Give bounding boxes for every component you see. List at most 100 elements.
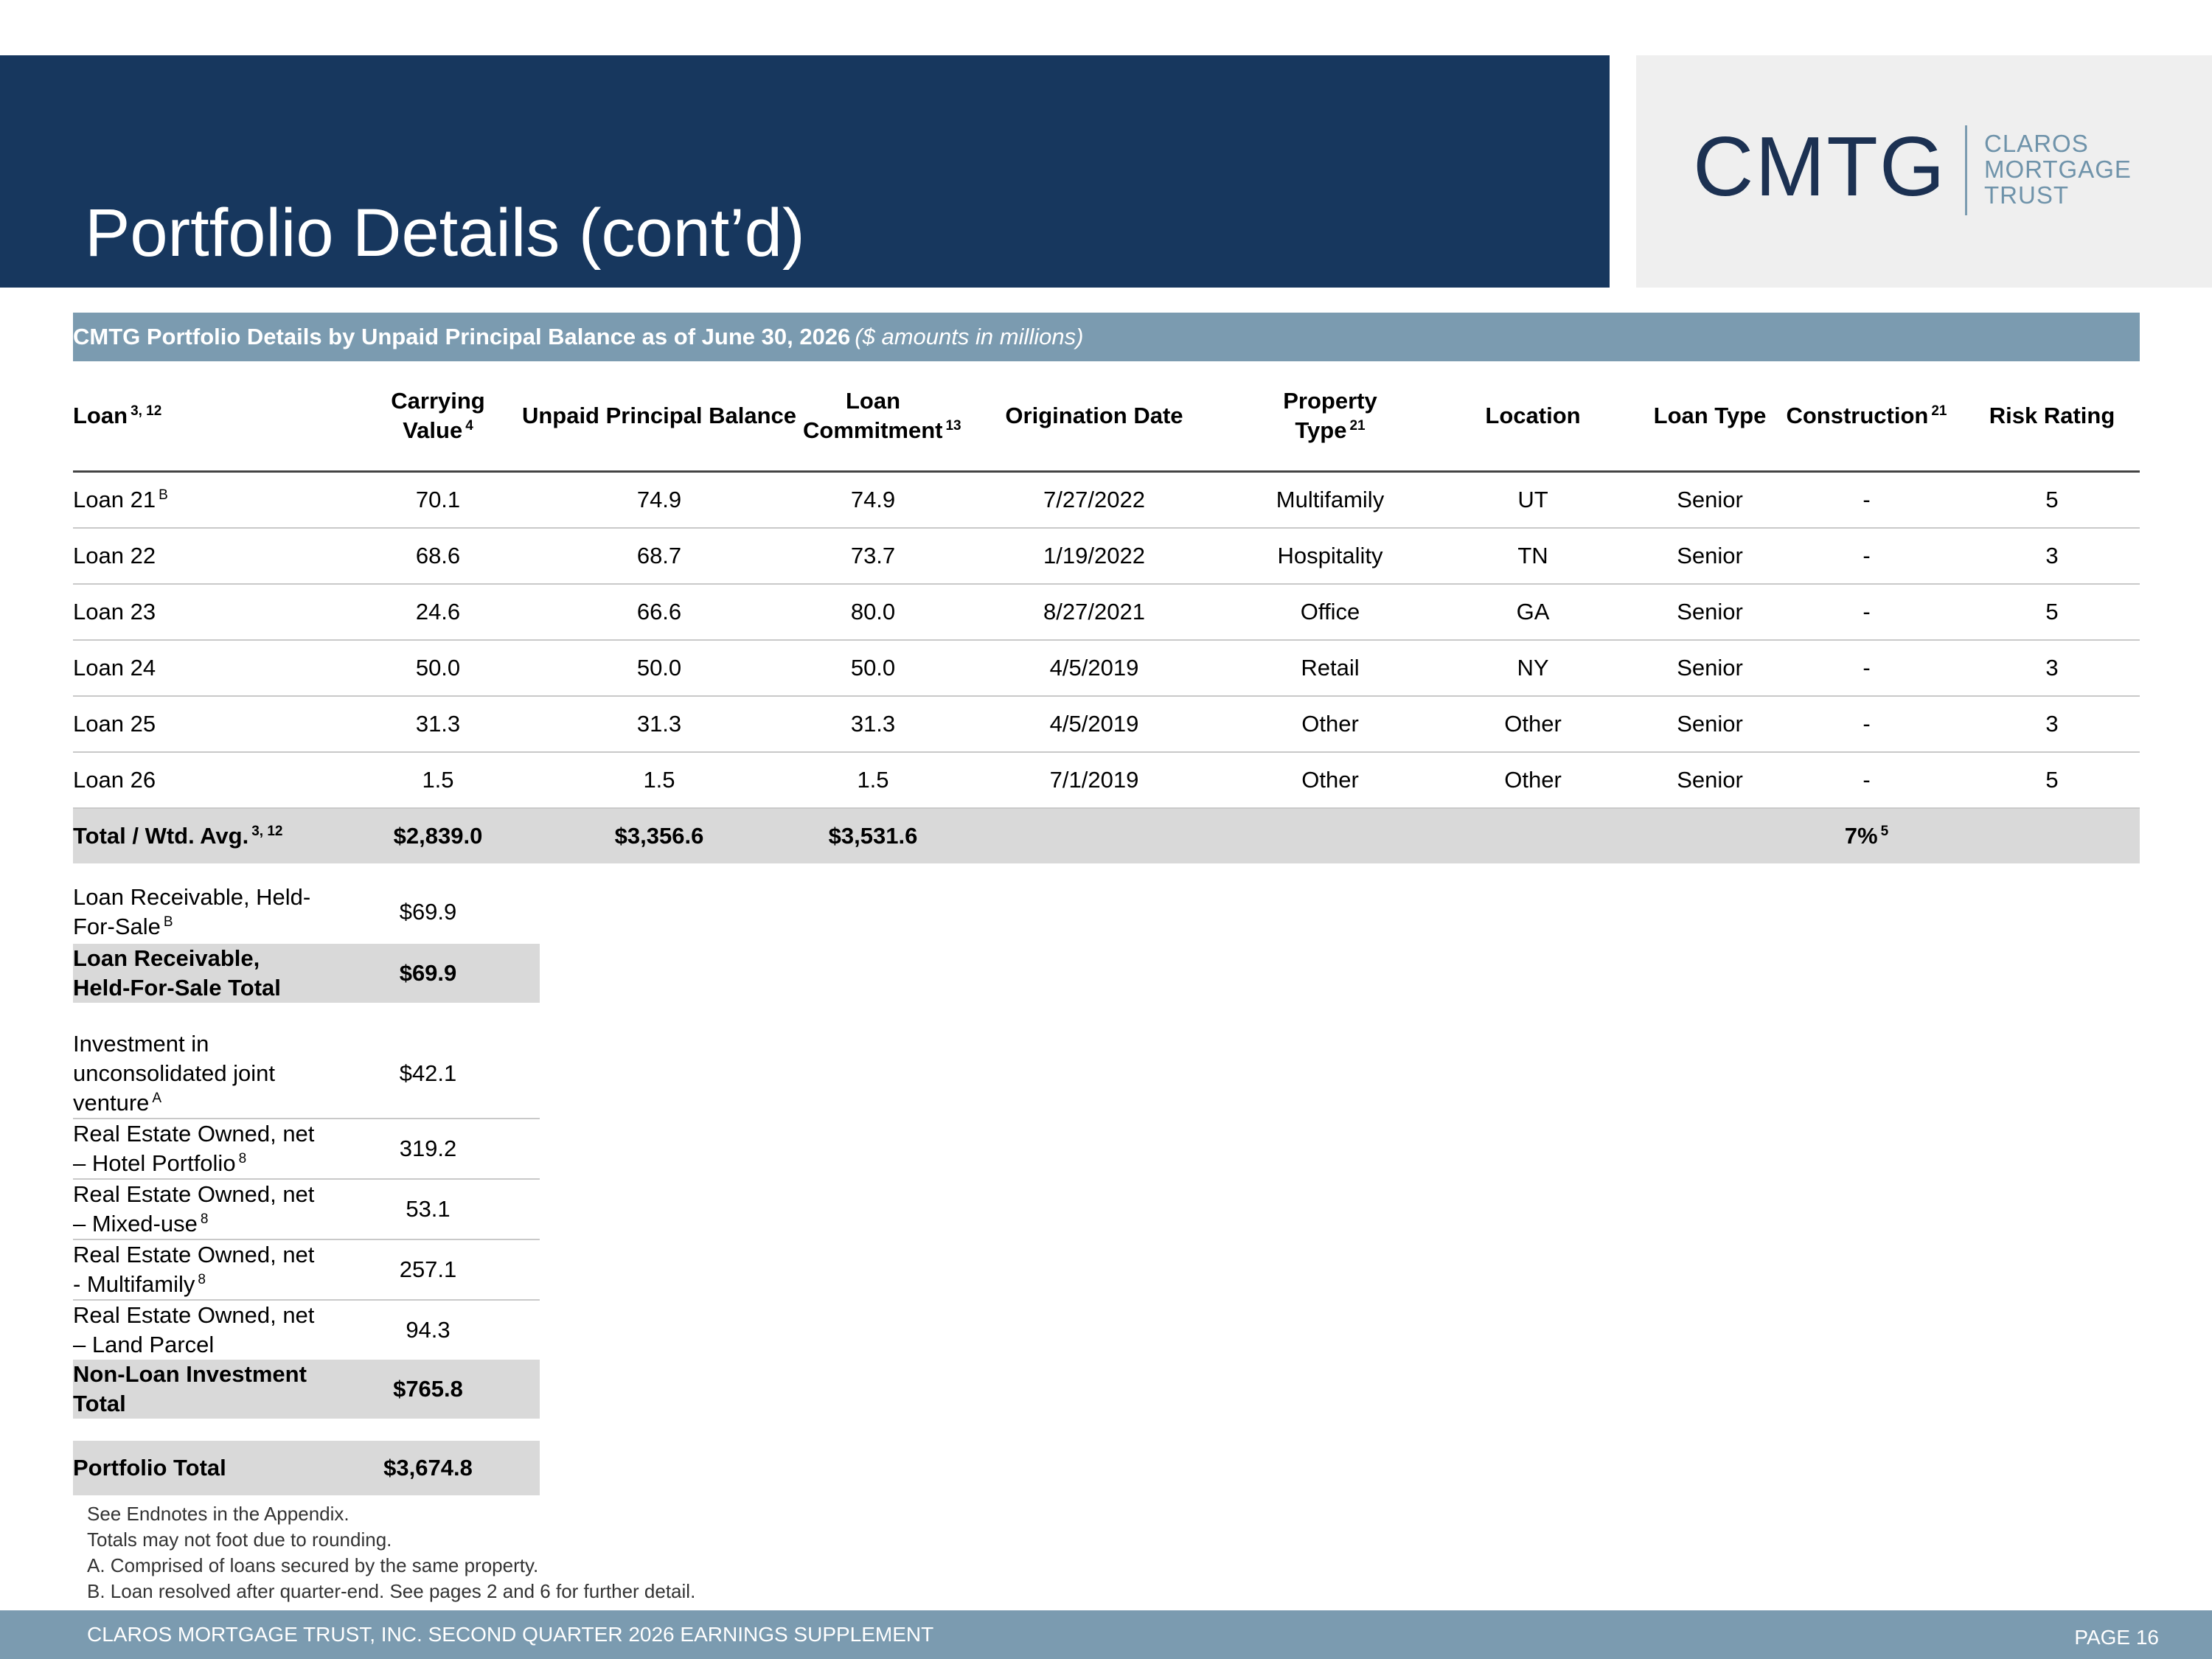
- cell-value: 3: [2045, 543, 2059, 568]
- cell-loan: Loan 25: [73, 696, 361, 753]
- column-header-label: Origination Date: [1005, 403, 1183, 428]
- cell-date: 1/19/2022: [943, 528, 1245, 585]
- cell-date: 8/27/2021: [943, 584, 1245, 641]
- column-header: Origination Date: [943, 361, 1245, 473]
- cell-value: 4/5/2019: [1049, 711, 1139, 737]
- cell-value: Loan 24: [73, 655, 156, 681]
- column-header-label: Unpaid Principal Balance: [521, 403, 797, 428]
- page-number: PAGE 16: [2074, 1626, 2159, 1649]
- cell-type: Senior: [1651, 584, 1769, 641]
- total-carrying: $2,839.0: [361, 808, 515, 863]
- cell-value: 5: [2045, 599, 2059, 625]
- superscript-note: 21: [1931, 403, 1947, 419]
- cell-value: Senior: [1677, 655, 1743, 681]
- table-row: Loan 22 68.6 68.7 73.7 1/19/2022 Hospitality T…: [73, 528, 2140, 585]
- cell-loan: Loan 21 B: [73, 471, 361, 529]
- superscript-note: B: [159, 487, 168, 503]
- cell-property: Office: [1245, 584, 1415, 641]
- cell-risk: 5: [1964, 471, 2140, 529]
- column-header: Location: [1415, 361, 1651, 473]
- cell-value: 1.5: [857, 767, 889, 793]
- held-for-sale-row: Loan Receivable, Held-For-Sale B $69.9: [73, 880, 540, 944]
- cell-value: 74.9: [636, 487, 682, 512]
- superscript-note: 21: [1349, 417, 1366, 434]
- held-for-sale-table: Loan Receivable, Held-For-Sale B $69.9 Loan…: [73, 880, 540, 1003]
- non-loan-row-label: Investment in unconsolidated joint ventu…: [73, 1029, 316, 1119]
- logo-divider: [1965, 125, 1967, 215]
- superscript-note: 8: [238, 1150, 247, 1166]
- cell-value: 66.6: [636, 599, 682, 625]
- row-label: Loan Receivable, Held-For-Sale: [73, 884, 311, 939]
- cell-location: Other: [1415, 696, 1651, 753]
- cell-risk: 3: [1964, 696, 2140, 753]
- non-loan-row-label: Real Estate Owned, net – Land Parcel: [73, 1300, 316, 1360]
- row-label: Real Estate Owned, net - Multifamily: [73, 1242, 315, 1297]
- footnote: See Endnotes in the Appendix.: [87, 1503, 349, 1525]
- cell-value: Multifamily: [1276, 487, 1385, 512]
- total-value: 7%: [1844, 823, 1878, 849]
- cell-loan: Loan 23: [73, 584, 361, 641]
- cell-date: 4/5/2019: [943, 640, 1245, 697]
- page-title: Portfolio Details (cont’d): [85, 195, 805, 271]
- table-banner: CMTG Portfolio Details by Unpaid Princip…: [73, 313, 2140, 361]
- cell-value: Hospitality: [1277, 543, 1383, 568]
- company-logo: CMTG CLAROS MORTGAGE TRUST: [1636, 55, 2212, 288]
- total-empty-cell: [1964, 808, 2140, 863]
- cell-value: 74.9: [850, 487, 896, 512]
- cell-risk: 5: [1964, 584, 2140, 641]
- held-for-sale-total-row-label: Loan Receivable, Held-For-Sale Total: [73, 944, 316, 1003]
- cell-value: -: [1863, 599, 1871, 625]
- cell-property: Hospitality: [1245, 528, 1415, 585]
- cell-carrying: 50.0: [361, 640, 515, 697]
- table-banner-title: CMTG Portfolio Details by Unpaid Princip…: [73, 324, 851, 349]
- cell-risk: 3: [1964, 640, 2140, 697]
- cell-value: 80.0: [850, 599, 896, 625]
- total-empty-cell: [1245, 808, 1415, 863]
- cell-value: 8/27/2021: [1043, 599, 1145, 625]
- superscript-note: 5: [1880, 823, 1889, 839]
- cell-value: -: [1863, 655, 1871, 681]
- cell-value: Loan 25: [73, 711, 156, 737]
- cell-type: Senior: [1651, 528, 1769, 585]
- cell-commitment: 50.0: [803, 640, 943, 697]
- non-loan-row-value: 319.2: [316, 1119, 540, 1180]
- column-header: Loan Type: [1651, 361, 1769, 473]
- non-loan-row: Investment in unconsolidated joint ventu…: [73, 1029, 540, 1119]
- cell-value: TN: [1517, 543, 1548, 568]
- cell-value: 5: [2045, 767, 2059, 793]
- row-label: Real Estate Owned, net – Land Parcel: [73, 1302, 315, 1357]
- held-for-sale-row-value: $69.9: [399, 899, 457, 925]
- cell-value: 3: [2045, 655, 2059, 681]
- total-value: $2,839.0: [393, 823, 483, 849]
- logo-word: CLAROS: [1984, 130, 2089, 157]
- total-empty-cell: [1415, 808, 1651, 863]
- non-loan-row-value: 94.3: [406, 1317, 451, 1343]
- cell-date: 7/27/2022: [943, 471, 1245, 529]
- cell-type: Senior: [1651, 471, 1769, 529]
- non-loan-investment-table: Investment in unconsolidated joint ventu…: [73, 1029, 540, 1419]
- cell-property: Multifamily: [1245, 471, 1415, 529]
- cell-value: -: [1863, 711, 1871, 737]
- row-label: Real Estate Owned, net – Hotel Portfolio: [73, 1121, 315, 1176]
- cell-location: NY: [1415, 640, 1651, 697]
- cell-value: Other: [1301, 711, 1359, 737]
- column-header: Risk Rating: [1964, 361, 2140, 473]
- logo-mark: CMTG: [1693, 120, 1947, 214]
- column-header-label: Location: [1485, 403, 1581, 428]
- cell-property: Other: [1245, 752, 1415, 809]
- cell-construction: -: [1769, 752, 1964, 809]
- held-for-sale-total-row: Loan Receivable, Held-For-Sale Total $69.…: [73, 944, 540, 1003]
- cell-loan: Loan 22: [73, 528, 361, 585]
- cell-value: GA: [1516, 599, 1550, 625]
- row-label: Non-Loan Investment Total: [73, 1361, 307, 1416]
- cell-date: 4/5/2019: [943, 696, 1245, 753]
- cell-commitment: 73.7: [803, 528, 943, 585]
- cell-value: 31.3: [636, 711, 682, 737]
- column-header: Property Type 21: [1245, 361, 1415, 473]
- cell-value: NY: [1517, 655, 1549, 681]
- cell-value: UT: [1517, 487, 1548, 512]
- cell-value: 31.3: [850, 711, 896, 737]
- cell-property: Retail: [1245, 640, 1415, 697]
- cell-loan: Loan 26: [73, 752, 361, 809]
- cell-carrying: 24.6: [361, 584, 515, 641]
